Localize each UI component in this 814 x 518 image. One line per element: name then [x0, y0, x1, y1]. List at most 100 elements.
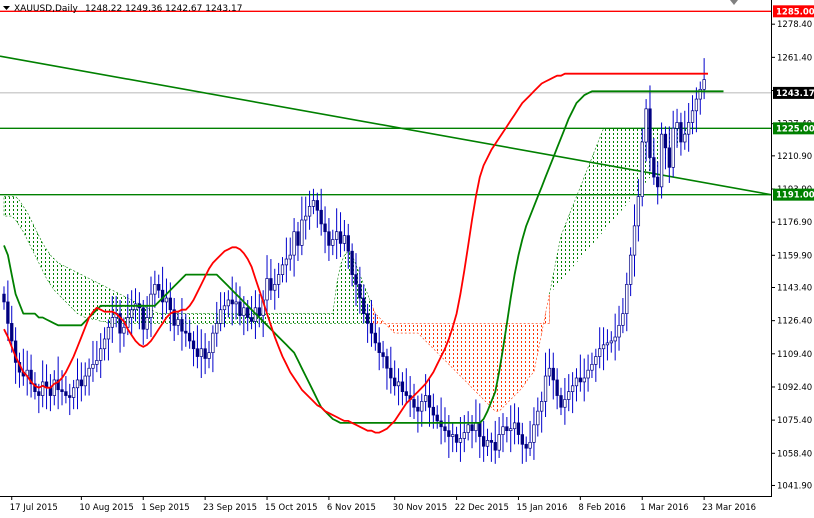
candle-body: [567, 391, 571, 400]
x-tick-label: 17 Jul 2015: [10, 503, 58, 513]
x-tick-label: 10 Aug 2015: [79, 503, 133, 513]
candle-body: [292, 231, 296, 256]
candle-body: [327, 231, 331, 246]
candle-body: [215, 323, 219, 334]
candle-body: [168, 297, 172, 311]
candle-body: [307, 206, 312, 217]
candle-body: [609, 340, 613, 344]
candle-body: [315, 200, 319, 211]
candle-body: [48, 387, 53, 396]
candle-body: [180, 319, 184, 332]
candle-body: [129, 309, 134, 318]
candle-body: [362, 297, 366, 314]
chart-root[interactable]: 1278.401261.401244.401227.401210.901193.…: [0, 0, 814, 514]
candle-body: [509, 428, 513, 432]
candle-body: [68, 395, 72, 398]
candle-body: [133, 303, 138, 311]
candle-body: [439, 420, 443, 428]
candle-body: [632, 225, 637, 256]
candle-body: [555, 379, 559, 396]
candle-body: [435, 414, 439, 422]
candle-body: [412, 399, 416, 408]
candle-body: [416, 406, 420, 412]
candle-body: [79, 379, 84, 387]
x-tick-label: 23 Sep 2015: [203, 503, 257, 513]
candle-body: [431, 406, 436, 416]
price-label-text-1: 1243.17: [776, 89, 814, 99]
candle-body: [427, 395, 432, 408]
candle-body: [520, 434, 524, 445]
candle-body: [474, 422, 478, 432]
candle-body: [83, 375, 87, 387]
candle-body: [648, 108, 652, 158]
candle-body: [656, 176, 660, 188]
candle-body: [389, 367, 393, 379]
chart-background: [0, 0, 814, 514]
x-tick-label: 30 Nov 2015: [393, 503, 447, 513]
candle-body: [451, 434, 455, 437]
candle-body: [71, 387, 76, 398]
candle-body: [605, 342, 610, 346]
price-chart[interactable]: 1278.401261.401244.401227.401210.901193.…: [0, 0, 814, 514]
candle-body: [6, 301, 10, 324]
candle-body: [458, 438, 463, 443]
x-tick-label: 22 Dec 2015: [455, 503, 509, 513]
candle-body: [110, 317, 114, 328]
candle-body: [687, 122, 691, 135]
candle-body: [122, 326, 126, 334]
candle-body: [157, 284, 161, 291]
candle-body: [64, 391, 68, 396]
candle-body: [91, 363, 95, 369]
candle-body: [694, 98, 699, 112]
candle-body: [207, 352, 211, 359]
candle-body: [578, 377, 583, 383]
candle-body: [369, 323, 374, 334]
candle-body: [195, 348, 200, 357]
candle-body: [505, 426, 509, 432]
candle-body: [75, 379, 80, 389]
y-tick-label: 1092.40: [777, 383, 812, 393]
candle-body: [354, 274, 358, 285]
candle-body: [679, 122, 683, 143]
price-label-text-2: 1225.00: [776, 124, 814, 134]
candle-body: [400, 381, 405, 393]
y-tick-label: 1176.90: [777, 218, 812, 228]
candle-body: [559, 395, 563, 408]
candle-body: [536, 410, 540, 426]
price-label-text-3: 1191.00: [776, 191, 814, 201]
candle-body: [218, 309, 223, 324]
candle-body: [164, 297, 169, 303]
candle-body: [265, 278, 269, 301]
candle-body: [582, 377, 586, 383]
candle-body: [690, 110, 695, 123]
candle-body: [230, 299, 234, 305]
candle-body: [621, 313, 625, 326]
candle-body: [377, 342, 381, 353]
candle-body: [296, 231, 300, 246]
candle-body: [404, 391, 408, 396]
candle-body: [385, 356, 389, 369]
candle-body: [683, 133, 687, 143]
candle-body: [288, 254, 292, 260]
candle-body: [675, 122, 679, 129]
candle-body: [319, 209, 323, 225]
y-tick-label: 1058.40: [777, 449, 812, 459]
candle-body: [273, 284, 277, 291]
candle-body: [280, 264, 285, 275]
candle-body: [284, 258, 289, 266]
candle-body: [87, 367, 91, 377]
candle-body: [613, 336, 617, 342]
candle-body: [199, 348, 203, 357]
candle-body: [335, 231, 339, 240]
candle-body: [269, 278, 273, 291]
candle-body: [586, 369, 590, 379]
candle-body: [667, 147, 671, 168]
candle-body: [203, 348, 207, 359]
ohlc-values: 1248.22 1249.36 1242.67 1243.17: [85, 4, 242, 14]
candle-body: [381, 352, 385, 357]
candle-body: [501, 426, 505, 435]
candle-body: [396, 381, 401, 387]
candle-body: [257, 307, 261, 316]
x-tick-label: 15 Oct 2015: [265, 503, 318, 513]
candle-body: [551, 367, 555, 381]
